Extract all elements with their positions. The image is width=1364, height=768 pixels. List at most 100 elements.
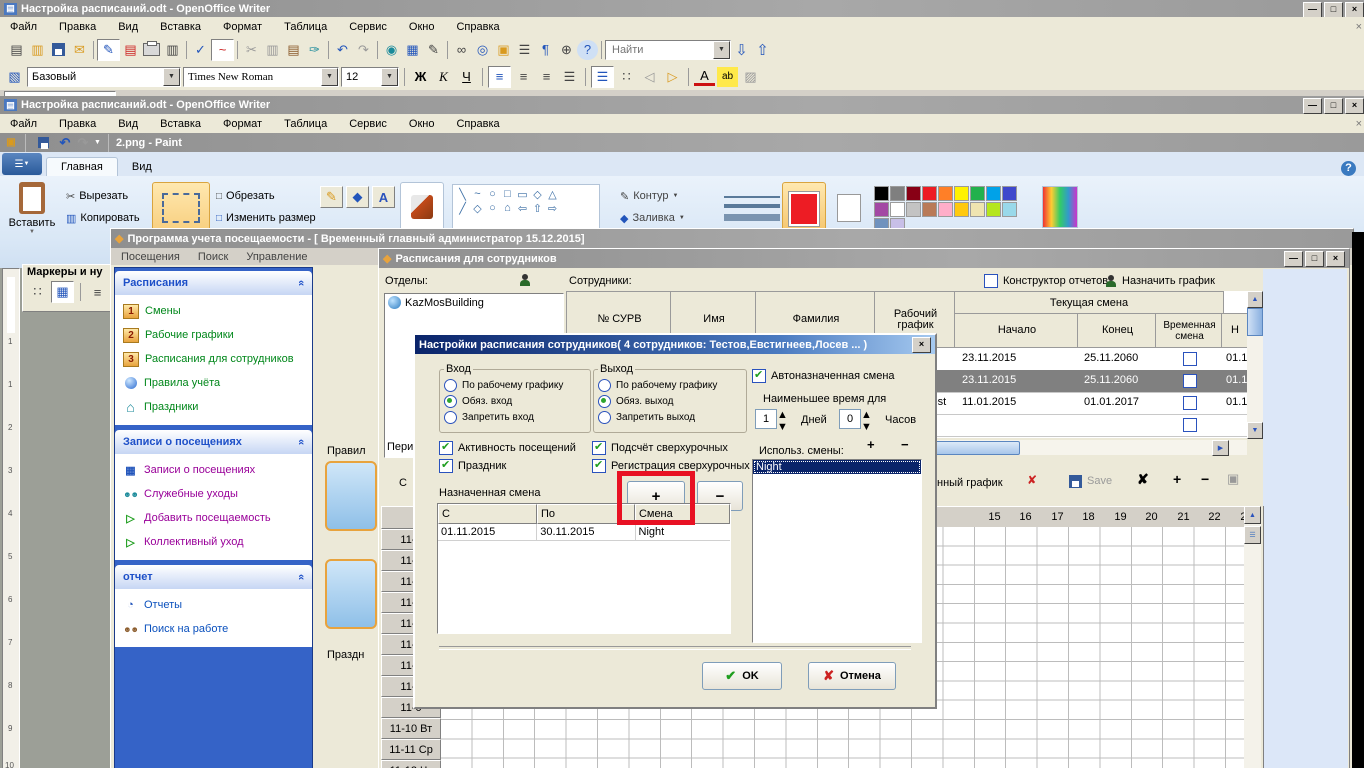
menu-file[interactable]: Файл (8, 20, 39, 34)
cut-button[interactable]: ✂ Вырезать (66, 188, 128, 204)
paste-button[interactable]: Вставить ▼ (6, 182, 58, 235)
grid-vscrollbar[interactable]: ▲ ☰ (1244, 506, 1261, 768)
entry-forbid-radio[interactable]: Запретить вход (444, 409, 586, 425)
shape-rectangle-icon[interactable]: □ (500, 187, 515, 201)
minimize-button[interactable]: — (1303, 98, 1322, 114)
menu-table[interactable]: Таблица (282, 117, 329, 131)
temp-shift-checkbox[interactable] (1183, 352, 1197, 366)
restore-button[interactable]: □ (1324, 2, 1343, 18)
edit-colors-button[interactable] (1042, 186, 1078, 228)
shape-curve-icon[interactable]: ~ (470, 187, 485, 201)
palette-swatch[interactable] (906, 186, 921, 201)
minimize-button[interactable]: — (1284, 251, 1303, 267)
grid-scroll-up-icon[interactable]: ▲ (1244, 506, 1261, 524)
app-titlebar[interactable]: ◆ Программа учета посещаемости - [ Време… (111, 229, 1353, 248)
shape-line2-icon[interactable]: ╱ (455, 201, 470, 215)
holidays-folder-icon[interactable] (325, 559, 377, 629)
menu-help[interactable]: Справка (454, 20, 501, 34)
sidebar-item-holidays[interactable]: ⌂ Праздники (115, 395, 312, 419)
auto-shift-checkbox[interactable]: Автоназначенная смена (752, 368, 895, 384)
ok-button[interactable]: ✔ OK (702, 662, 782, 690)
shape-hexagon-icon[interactable]: ⌂ (500, 201, 515, 215)
redo-icon[interactable]: ↷ (353, 40, 374, 60)
numbered-list-icon[interactable]: ▦ (51, 281, 74, 303)
pencil-tool-icon[interactable]: ✎ (320, 186, 343, 208)
palette-swatch[interactable] (1002, 186, 1017, 201)
sidebar-item-reports[interactable]: ◔ Отчеты (115, 593, 312, 617)
decrease-indent-icon[interactable]: ◁ (639, 67, 660, 87)
open-icon[interactable]: ▥ (27, 40, 48, 60)
palette-swatch[interactable] (874, 186, 889, 201)
minimize-button[interactable]: — (1303, 2, 1322, 18)
shape-triangle-icon[interactable]: △ (545, 187, 560, 201)
palette-swatch[interactable] (938, 202, 953, 217)
dialog-titlebar[interactable]: Настройки расписания сотрудников( 4 сотр… (415, 335, 935, 354)
spellcheck-icon[interactable]: ✓ (190, 40, 211, 60)
close-button[interactable]: × (1345, 98, 1364, 114)
menu-format[interactable]: Формат (221, 117, 264, 131)
menu-tools[interactable]: Сервис (347, 20, 389, 34)
menu-view[interactable]: Вид (116, 117, 140, 131)
hyperlink-icon[interactable]: ◉ (381, 40, 402, 60)
font-name-combo[interactable]: Times New Roman ▼ (183, 67, 339, 87)
menu-format[interactable]: Формат (221, 20, 264, 34)
palette-swatch[interactable] (954, 202, 969, 217)
text-tool-icon[interactable]: A (372, 186, 395, 208)
brush-button[interactable] (400, 182, 444, 232)
formatting-marks-icon[interactable]: ¶ (535, 40, 556, 60)
font-color-icon[interactable]: А (694, 68, 715, 86)
numbering-icon[interactable]: ☰ (591, 66, 614, 88)
delete-icon[interactable]: ✘ (1137, 471, 1149, 488)
add-row-icon[interactable]: + (1173, 471, 1181, 487)
col-header-start[interactable]: Начало (954, 313, 1080, 348)
menu-window[interactable]: Окно (407, 117, 437, 131)
color2-button[interactable] (830, 182, 868, 234)
col-header-clipped[interactable]: Н (1221, 313, 1249, 348)
document-close-icon[interactable]: × (1354, 117, 1364, 131)
used-shifts-remove-icon[interactable]: − (901, 437, 909, 452)
size-combo-dropdown-icon[interactable]: ▼ (381, 68, 398, 86)
collapse-chevron-icon[interactable]: « (295, 280, 307, 286)
sidebar-section-report-header[interactable]: отчет « (115, 565, 312, 589)
palette-swatch[interactable] (986, 186, 1001, 201)
radio-icon-selected[interactable] (444, 395, 457, 408)
gallery-icon[interactable]: ▣ (493, 40, 514, 60)
paint-app-button[interactable]: ☰ ▼ (2, 153, 42, 175)
sidebar-section-records-header[interactable]: Записи о посещениях « (115, 430, 312, 454)
sidebar-item-work-graphs[interactable]: 2 Рабочие графики (115, 323, 312, 347)
radio-icon[interactable] (444, 411, 457, 424)
align-center-icon[interactable]: ≡ (513, 67, 534, 87)
days-up-icon[interactable]: ▲ (777, 409, 788, 421)
dialog-close-button[interactable]: × (912, 337, 931, 353)
insert-table-icon[interactable]: ▦ (402, 40, 423, 60)
menu-search[interactable]: Поиск (196, 250, 230, 264)
reg-overtime-box[interactable] (592, 459, 606, 473)
shape-diamond-icon[interactable]: ◇ (470, 201, 485, 215)
qat-dropdown-icon[interactable]: ▼ (94, 139, 101, 146)
grid-view-icon[interactable]: ☰ (1244, 526, 1261, 544)
menu-file[interactable]: Файл (8, 117, 39, 131)
crop-button[interactable]: □ Обрезать (216, 188, 275, 204)
entry-by-schedule-radio[interactable]: По рабочему графику (444, 377, 586, 393)
shape-polygon-icon[interactable]: ◇ (530, 187, 545, 201)
tab-home[interactable]: Главная (46, 157, 118, 176)
hours-up-icon[interactable]: ▲ (861, 409, 872, 421)
palette-swatch[interactable] (922, 202, 937, 217)
palette-swatch[interactable] (938, 186, 953, 201)
save-icon[interactable] (48, 40, 69, 60)
sidebar-item-service-leaves[interactable]: ☻☻ Служебные уходы (115, 482, 312, 506)
ribbon-help-icon[interactable]: ? (1341, 161, 1356, 176)
day-row-header[interactable]: 11-11 Ср (381, 739, 441, 760)
remove-row-icon[interactable]: − (1201, 471, 1209, 487)
copy-button[interactable]: ▥ Копировать (66, 210, 140, 226)
radio-icon[interactable] (444, 379, 457, 392)
menu-edit[interactable]: Правка (57, 20, 98, 34)
palette-swatch[interactable] (970, 186, 985, 201)
align-justify-icon[interactable]: ☰ (559, 67, 580, 87)
undo-icon[interactable]: ↶ (332, 40, 353, 60)
shape-arrow-right-icon[interactable]: ⇨ (545, 201, 560, 215)
restore-button[interactable]: □ (1324, 98, 1343, 114)
hours-down-icon[interactable]: ▼ (861, 421, 872, 433)
days-value[interactable]: 1 (755, 409, 777, 429)
zoom-icon[interactable]: ⊕ (556, 40, 577, 60)
